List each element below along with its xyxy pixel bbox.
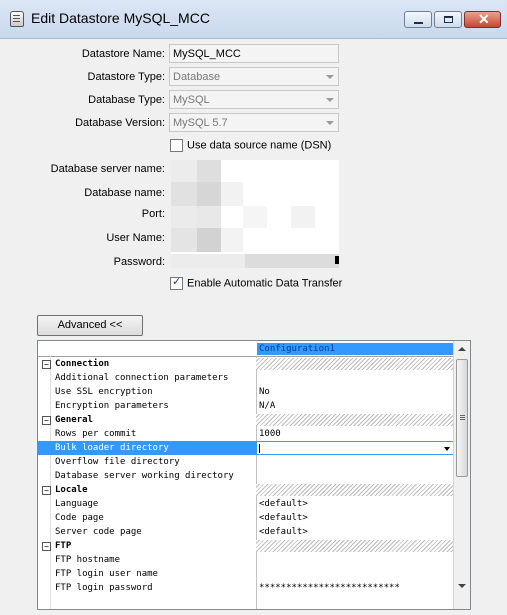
database-name-label: Database name: xyxy=(84,187,165,199)
grid-property-row[interactable]: Code page <default> xyxy=(38,511,455,525)
password-label: Password: xyxy=(113,256,165,268)
property-name: Use SSL encryption xyxy=(55,387,153,397)
redacted-connection-fields[interactable] xyxy=(171,160,339,268)
datastore-name-label: Datastore Name: xyxy=(81,48,165,60)
hatched-cell xyxy=(256,540,455,552)
grid-category-row[interactable]: − General xyxy=(38,413,455,427)
property-name: Overflow file directory xyxy=(55,457,180,467)
use-dsn-checkbox-row[interactable]: Use data source name (DSN) xyxy=(170,139,331,152)
property-name: Database server working directory xyxy=(55,471,234,481)
grid-header: Configuration1 xyxy=(38,341,455,357)
database-type-value: MySQL xyxy=(173,94,210,106)
collapse-icon[interactable]: − xyxy=(42,486,51,495)
collapse-icon[interactable]: − xyxy=(42,416,51,425)
text-cursor xyxy=(259,444,260,453)
server-name-label: Database server name: xyxy=(50,163,165,175)
collapse-icon[interactable]: − xyxy=(42,542,51,551)
grid-property-row[interactable]: Overflow file directory xyxy=(38,455,455,469)
property-name: FTP login user name xyxy=(55,569,158,579)
grid-property-row[interactable]: Rows per commit 1000 xyxy=(38,427,455,441)
datastore-icon xyxy=(10,11,24,27)
property-value[interactable]: ************************** xyxy=(259,581,400,595)
collapse-icon[interactable]: − xyxy=(42,360,51,369)
database-version-value: MySQL 5.7 xyxy=(173,117,228,129)
scroll-thumb[interactable] xyxy=(456,359,468,477)
chevron-down-icon xyxy=(326,75,334,79)
port-label: Port: xyxy=(141,208,165,220)
property-name: Connection xyxy=(55,359,110,369)
grid-property-row[interactable]: Encryption parameters N/A xyxy=(38,399,455,413)
property-name: Code page xyxy=(55,513,104,523)
property-value[interactable]: <default> xyxy=(259,511,308,525)
property-value[interactable]: 1000 xyxy=(259,427,281,441)
minimize-icon xyxy=(414,22,423,24)
maximize-icon xyxy=(444,16,453,23)
grid-property-row[interactable]: Use SSL encryption No xyxy=(38,385,455,399)
vertical-scrollbar[interactable] xyxy=(453,341,470,609)
chevron-down-icon xyxy=(326,121,334,125)
scroll-up-icon[interactable] xyxy=(458,347,466,351)
bulk-loader-directory-editor[interactable] xyxy=(256,441,455,455)
grid-property-row[interactable]: Server code page <default> xyxy=(38,525,455,539)
database-version-label: Database Version: xyxy=(75,117,165,129)
close-button[interactable]: ✕ xyxy=(464,11,501,28)
property-name: Encryption parameters xyxy=(55,401,169,411)
datastore-type-select[interactable]: Database xyxy=(169,67,339,86)
enable-transfer-checkbox[interactable] xyxy=(170,275,183,290)
database-type-select[interactable]: MySQL xyxy=(169,90,339,109)
property-value[interactable]: <default> xyxy=(259,497,308,511)
property-name: Rows per commit xyxy=(55,429,137,439)
datastore-type-value: Database xyxy=(173,71,221,83)
property-name: Bulk loader directory xyxy=(55,443,169,453)
advanced-property-grid: Configuration1 − Connection Additional con… xyxy=(37,340,471,610)
window-title: Edit Datastore MySQL_MCC xyxy=(31,10,210,26)
grid-category-row[interactable]: − FTP xyxy=(38,539,455,553)
grid-category-row[interactable]: − Connection xyxy=(38,357,455,371)
scroll-down-icon[interactable] xyxy=(458,584,466,588)
grid-property-row[interactable]: Bulk loader directory xyxy=(38,441,455,455)
property-value[interactable]: No xyxy=(259,385,270,399)
grid-property-row[interactable]: FTP hostname xyxy=(38,553,455,567)
property-name: FTP xyxy=(55,541,72,551)
use-dsn-checkbox[interactable] xyxy=(170,139,183,152)
database-version-select[interactable]: MySQL 5.7 xyxy=(169,113,339,132)
grid-property-row[interactable]: FTP login password **********************… xyxy=(38,581,455,595)
grid-property-row[interactable]: FTP login user name xyxy=(38,567,455,581)
property-name: Language xyxy=(55,499,99,509)
property-name: FTP login password xyxy=(55,583,153,593)
hatched-cell xyxy=(256,358,455,370)
user-name-label: User Name: xyxy=(106,232,165,244)
database-type-label: Database Type: xyxy=(88,94,165,106)
close-icon: ✕ xyxy=(478,11,490,27)
property-name: Additional connection parameters xyxy=(55,373,229,383)
maximize-button[interactable] xyxy=(434,11,462,28)
advanced-toggle-button[interactable]: Advanced << xyxy=(37,315,143,336)
title-bar: Edit Datastore MySQL_MCC ✕ xyxy=(0,0,507,39)
chevron-down-icon[interactable] xyxy=(444,447,450,451)
property-value[interactable]: N/A xyxy=(259,399,275,413)
grid-property-row[interactable]: Additional connection parameters xyxy=(38,371,455,385)
hatched-cell xyxy=(256,414,455,426)
chevron-down-icon xyxy=(326,98,334,102)
property-name: FTP hostname xyxy=(55,555,121,565)
property-name: Locale xyxy=(55,485,88,495)
property-value[interactable]: <default> xyxy=(259,525,308,539)
property-name: Server code page xyxy=(55,527,142,537)
grid-category-row[interactable]: − Locale xyxy=(38,483,455,497)
datastore-type-label: Datastore Type: xyxy=(87,71,165,83)
grid-property-row[interactable]: Language <default> xyxy=(38,497,455,511)
use-dsn-label: Use data source name (DSN) xyxy=(187,139,332,152)
hatched-cell xyxy=(256,484,455,496)
datastore-name-field[interactable]: MySQL_MCC xyxy=(169,44,339,63)
enable-transfer-checkbox-row[interactable]: Enable Automatic Data Transfer xyxy=(170,275,343,290)
property-name: General xyxy=(55,415,93,425)
column-header-configuration1[interactable]: Configuration1 xyxy=(257,343,455,355)
minimize-button[interactable] xyxy=(404,11,432,28)
enable-transfer-label: Enable Automatic Data Transfer xyxy=(187,277,343,290)
grid-property-row[interactable]: Database server working directory xyxy=(38,469,455,483)
